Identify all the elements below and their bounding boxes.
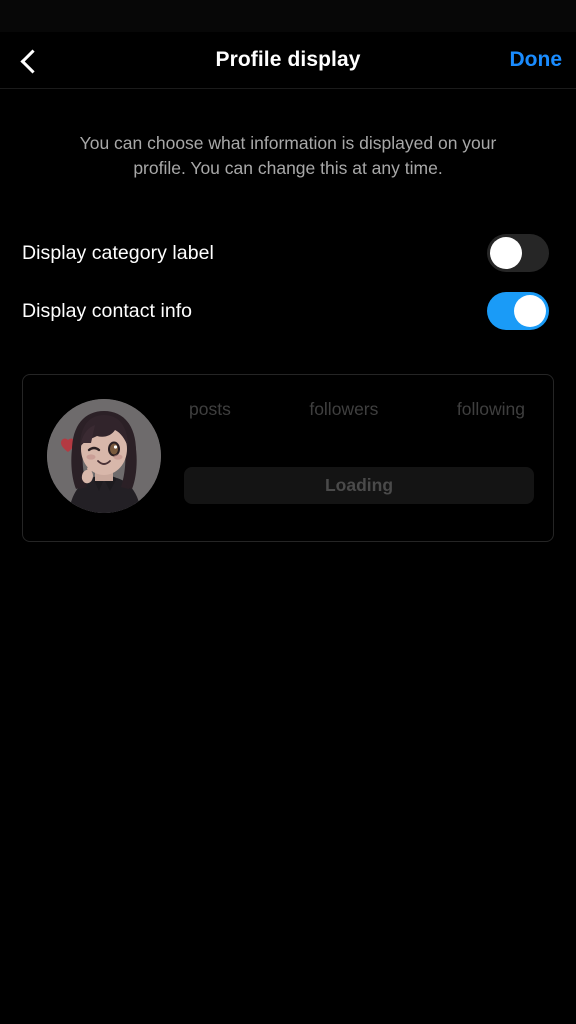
navigation-header: Profile display Done [0, 32, 576, 89]
profile-action-label: Loading [324, 475, 394, 495]
toggle-display-contact-info[interactable] [487, 292, 549, 330]
stat-following[interactable]: following [457, 399, 525, 420]
stat-followers[interactable]: followers [309, 399, 378, 420]
profile-display-screen: Profile display Done You can choose what… [0, 0, 576, 1024]
profile-action-button[interactable]: Loading [184, 467, 534, 504]
toggle-knob [490, 237, 522, 269]
stat-posts[interactable]: posts [189, 399, 231, 420]
done-button[interactable]: Done [510, 32, 563, 88]
profile-preview-card: posts followers following Loading [22, 374, 554, 542]
setting-row-display-category-label[interactable]: Display category label [0, 228, 576, 278]
page-title: Profile display [215, 48, 361, 71]
avatar-image [47, 399, 161, 513]
setting-label: Display category label [22, 241, 214, 264]
setting-label: Display contact info [22, 299, 193, 322]
description-text: You can choose what information is displ… [79, 133, 497, 178]
status-bar [0, 0, 576, 32]
profile-stats: posts followers following [183, 399, 531, 420]
setting-row-display-contact-info[interactable]: Display contact info [0, 286, 576, 336]
toggle-display-category-label[interactable] [487, 234, 549, 272]
toggle-knob [514, 295, 546, 327]
avatar[interactable] [47, 399, 161, 513]
